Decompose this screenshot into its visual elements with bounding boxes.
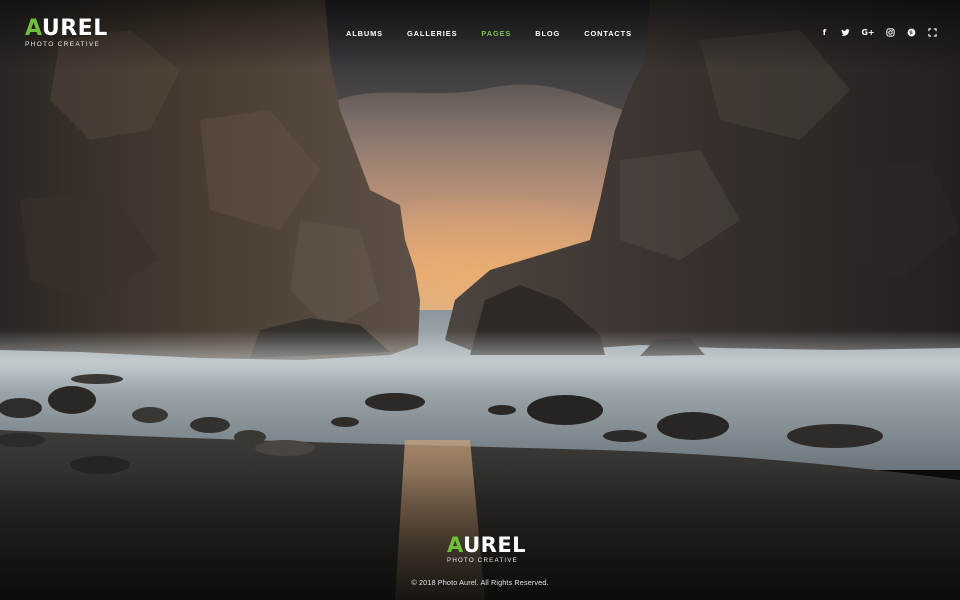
twitter-icon[interactable] bbox=[840, 27, 851, 38]
pinterest-icon[interactable] bbox=[906, 27, 917, 38]
brand-name-rest: UREL bbox=[41, 16, 108, 41]
fullscreen-icon[interactable] bbox=[927, 27, 938, 38]
footer-brand-first-letter: A bbox=[447, 533, 464, 557]
nav-item-contacts[interactable]: CONTACTS bbox=[584, 29, 632, 41]
brand-logo[interactable]: AUREL PHOTO CREATIVE bbox=[25, 16, 108, 49]
instagram-icon[interactable] bbox=[885, 27, 896, 38]
nav-item-galleries[interactable]: GALLERIES bbox=[407, 29, 457, 41]
footer-tagline: PHOTO CREATIVE bbox=[447, 557, 518, 564]
social-links: f G+ bbox=[819, 27, 938, 38]
nav-item-albums[interactable]: ALBUMS bbox=[346, 29, 383, 41]
page: AUREL PHOTO CREATIVE ALBUMS GALLERIES PA… bbox=[0, 0, 960, 600]
footer-wordmark: AUREL bbox=[447, 533, 526, 557]
facebook-icon[interactable]: f bbox=[819, 27, 830, 38]
main-nav: ALBUMS GALLERIES PAGES BLOG CONTACTS bbox=[334, 29, 632, 41]
footer-logo[interactable]: AUREL PHOTO CREATIVE bbox=[447, 533, 526, 565]
nav-item-blog[interactable]: BLOG bbox=[535, 29, 560, 41]
footer-brand-name-rest: UREL bbox=[463, 533, 527, 557]
nav-item-pages[interactable]: PAGES bbox=[481, 29, 511, 41]
copyright-text: © 2018 Photo Aurel. All Rights Reserved. bbox=[411, 578, 549, 587]
hero-shade-overlay bbox=[0, 0, 960, 600]
brand-first-letter: A bbox=[25, 16, 42, 41]
brand-tagline: PHOTO CREATIVE bbox=[25, 41, 101, 48]
google-plus-icon[interactable]: G+ bbox=[861, 27, 875, 38]
brand-wordmark: AUREL bbox=[25, 16, 108, 41]
